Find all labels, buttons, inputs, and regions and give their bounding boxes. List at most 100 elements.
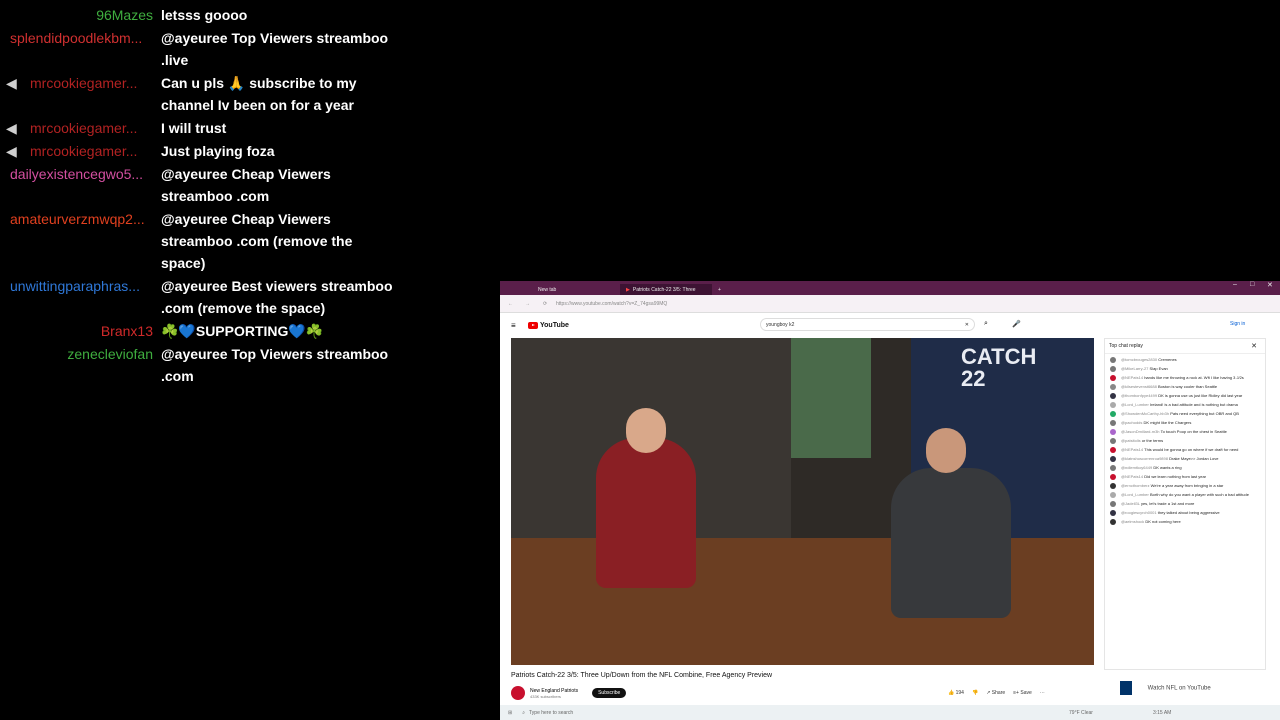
channel-row: New England Patriots 433K subscribers Su… — [511, 686, 627, 700]
chat-replay-text: or the terms — [1141, 438, 1164, 443]
chat-lines: @tomcbrouges2830 Cremenes @MikeLarry-27 S… — [1105, 357, 1265, 525]
nfl-logo-icon — [1120, 681, 1132, 695]
chat-username[interactable]: splendidpoodlekbm... — [0, 27, 153, 71]
chat-text: Just playing foza — [161, 143, 275, 159]
chat-message: dailyexistencegwo5... @ayeuree Cheap View… — [0, 163, 420, 207]
save-button[interactable]: ≡+ Save — [1013, 690, 1032, 696]
chat-replay-text: hands like me throwing a rock at. Wft I … — [1144, 375, 1244, 380]
new-tab-button[interactable]: + — [712, 284, 727, 295]
chat-avatar — [1110, 447, 1116, 453]
muted-speaker-icon: ◀ — [6, 120, 17, 136]
stream-chat-overlay: 96Mazes letsss goooo splendidpoodlekbm... @… — [0, 4, 420, 388]
chat-message: ◀ mrcookiegamer... I will trust — [0, 117, 420, 139]
chat-replay-text: We're a year away from bringing in a sta… — [1150, 483, 1224, 488]
chat-replay-text: DK wants a ring — [1153, 465, 1182, 470]
windows-taskbar: ⊞ ⌕ Type here to search 79°F Clear 3:15 … — [500, 705, 1280, 720]
search-input[interactable]: youngboy k2 ✕ — [760, 318, 975, 331]
chat-replay-line: @ndlemtkoy6449 DK wants a ring — [1110, 465, 1265, 471]
share-button[interactable]: ↗ Share — [986, 690, 1005, 696]
sign-in-button[interactable]: Sign in — [1230, 321, 1245, 327]
muted-speaker-icon: ◀ — [6, 143, 17, 159]
tab-youtube-video[interactable]: ▶ Patriots Catch-22 3/5: Three — [620, 284, 712, 295]
close-chat-icon[interactable]: ✕ — [1251, 342, 1257, 350]
chat-avatar — [1110, 411, 1116, 417]
close-icon[interactable]: ✕ — [1267, 281, 1273, 289]
back-icon[interactable]: ← — [508, 301, 513, 307]
like-button[interactable]: 👍 194 — [948, 690, 964, 696]
chat-replay-line: @aelmshock DK not coming here — [1110, 519, 1265, 525]
start-icon[interactable]: ⊞ — [508, 710, 512, 716]
youtube-favicon-icon: ▶ — [626, 286, 630, 293]
tab-new-tab[interactable]: New tab — [508, 284, 620, 295]
live-chat-replay-panel: Top chat replay ✕ @tomcbrouges2830 Creme… — [1104, 338, 1266, 670]
chat-replay-text: This would be gonna go on where if we dr… — [1144, 447, 1239, 452]
chat-message: 96Mazes letsss goooo — [0, 4, 420, 26]
chat-username[interactable]: Branx13 — [0, 320, 153, 342]
chat-username[interactable]: amateurverzmwqp2... — [0, 208, 153, 274]
chat-username[interactable]: zenecleviofan — [0, 343, 153, 387]
chat-username[interactable]: mrcookiegamer... — [30, 72, 153, 116]
taskbar-search[interactable]: Type here to search — [529, 710, 619, 716]
minimize-icon[interactable]: – — [1233, 281, 1237, 288]
chat-replay-user: @tomcbrouges2830 — [1121, 357, 1158, 362]
chat-replay-user: @kilsestevenst6688 — [1121, 384, 1157, 389]
chat-mode-select[interactable]: Top chat replay — [1109, 343, 1143, 349]
chat-replay-line: @Jadell3L yes, let's trade a 1st and mor… — [1110, 501, 1265, 507]
chat-replay-text: Borth why do you want a player with such… — [1149, 492, 1249, 497]
taskbar-search-icon: ⌕ — [522, 709, 526, 716]
chat-username[interactable]: dailyexistencegwo5... — [0, 163, 153, 207]
browser-tab-bar: New tab ▶ Patriots Catch-22 3/5: Three + … — [500, 281, 1280, 295]
chat-username[interactable]: 96Mazes — [0, 4, 153, 26]
chat-header: Top chat replay ✕ — [1105, 339, 1265, 354]
chat-replay-user: @MikeLarry-27 — [1121, 366, 1149, 371]
chat-avatar — [1110, 357, 1116, 363]
chat-message: unwittingparaphras... @ayeuree Best viewe… — [0, 275, 420, 319]
chat-username[interactable]: mrcookiegamer... — [30, 140, 153, 162]
channel-avatar[interactable] — [511, 686, 525, 700]
youtube-logo[interactable]: YouTube — [528, 321, 569, 329]
chat-replay-line: @thombonfpye4499 DK is gonna use us just… — [1110, 393, 1265, 399]
chat-replay-text: Pats need everything but OBR and QB — [1170, 411, 1239, 416]
chat-replay-line: @erncthomberz We're a year away from bri… — [1110, 483, 1265, 489]
chat-replay-text: Did we learn nothing from last year — [1144, 474, 1207, 479]
refresh-icon[interactable]: ⟳ — [543, 301, 547, 307]
chat-message: ◀ mrcookiegamer... Just playing foza — [0, 140, 420, 162]
menu-icon[interactable]: ≡ — [511, 321, 516, 330]
tab-label: New tab — [538, 286, 557, 293]
url-field[interactable]: https://www.youtube.com/watch?v=Z_74gsa9… — [556, 301, 1116, 307]
chat-replay-line: @patsitolis or the terms — [1110, 438, 1265, 444]
chat-replay-user: @JasonDmillard-m3h — [1121, 429, 1160, 434]
chat-replay-text: DK not coming here — [1145, 519, 1181, 524]
youtube-play-icon — [528, 321, 538, 329]
host-right-head — [926, 428, 966, 473]
tab-label: Patriots Catch-22 3/5: Three — [632, 286, 696, 293]
forward-icon[interactable]: → — [525, 301, 530, 307]
clear-search-icon[interactable]: ✕ — [965, 322, 969, 328]
chat-replay-line: @klatnshoscorrenroa9898 Drake Maye>> Jor… — [1110, 456, 1265, 462]
microphone-icon[interactable]: 🎤 — [1012, 320, 1021, 328]
chat-avatar — [1110, 420, 1116, 426]
chat-text: @ayeuree Cheap Viewers streamboo .com — [161, 166, 331, 204]
chat-username[interactable]: mrcookiegamer... — [30, 117, 153, 139]
subscribe-button[interactable]: Subscribe — [592, 688, 627, 698]
weather: 79°F Clear — [1069, 709, 1093, 716]
channel-name[interactable]: New England Patriots — [530, 688, 578, 694]
chat-avatar — [1110, 474, 1116, 480]
more-actions-icon[interactable]: ⋯ — [1040, 690, 1045, 696]
chat-username[interactable]: unwittingparaphras... — [0, 275, 153, 319]
maximize-icon[interactable]: □ — [1250, 281, 1254, 288]
dislike-button[interactable]: 👎 — [972, 690, 978, 696]
chat-message: zenecleviofan @ayeuree Top Viewers stream… — [0, 343, 420, 387]
search-icon[interactable]: ⌕ — [984, 320, 988, 328]
chat-message: ◀ mrcookiegamer... Can u pls 🙏 subscribe t… — [0, 72, 420, 116]
chat-avatar — [1110, 402, 1116, 408]
chat-message: splendidpoodlekbm... @ayeuree Top Viewers… — [0, 27, 420, 71]
youtube-logo-text: YouTube — [540, 321, 569, 329]
share-label: Share — [991, 690, 1006, 696]
browser-window: New tab ▶ Patriots Catch-22 3/5: Three + … — [500, 281, 1280, 720]
video-player[interactable]: CATCH 22 — [511, 338, 1094, 665]
address-bar: ← → ⟳ https://www.youtube.com/watch?v=Z_… — [500, 295, 1280, 313]
chat-avatar — [1110, 483, 1116, 489]
nfl-promo[interactable]: Watch NFL on YouTube — [1120, 681, 1211, 695]
chat-text: @ayeuree Best viewers streamboo .com (re… — [161, 278, 393, 316]
